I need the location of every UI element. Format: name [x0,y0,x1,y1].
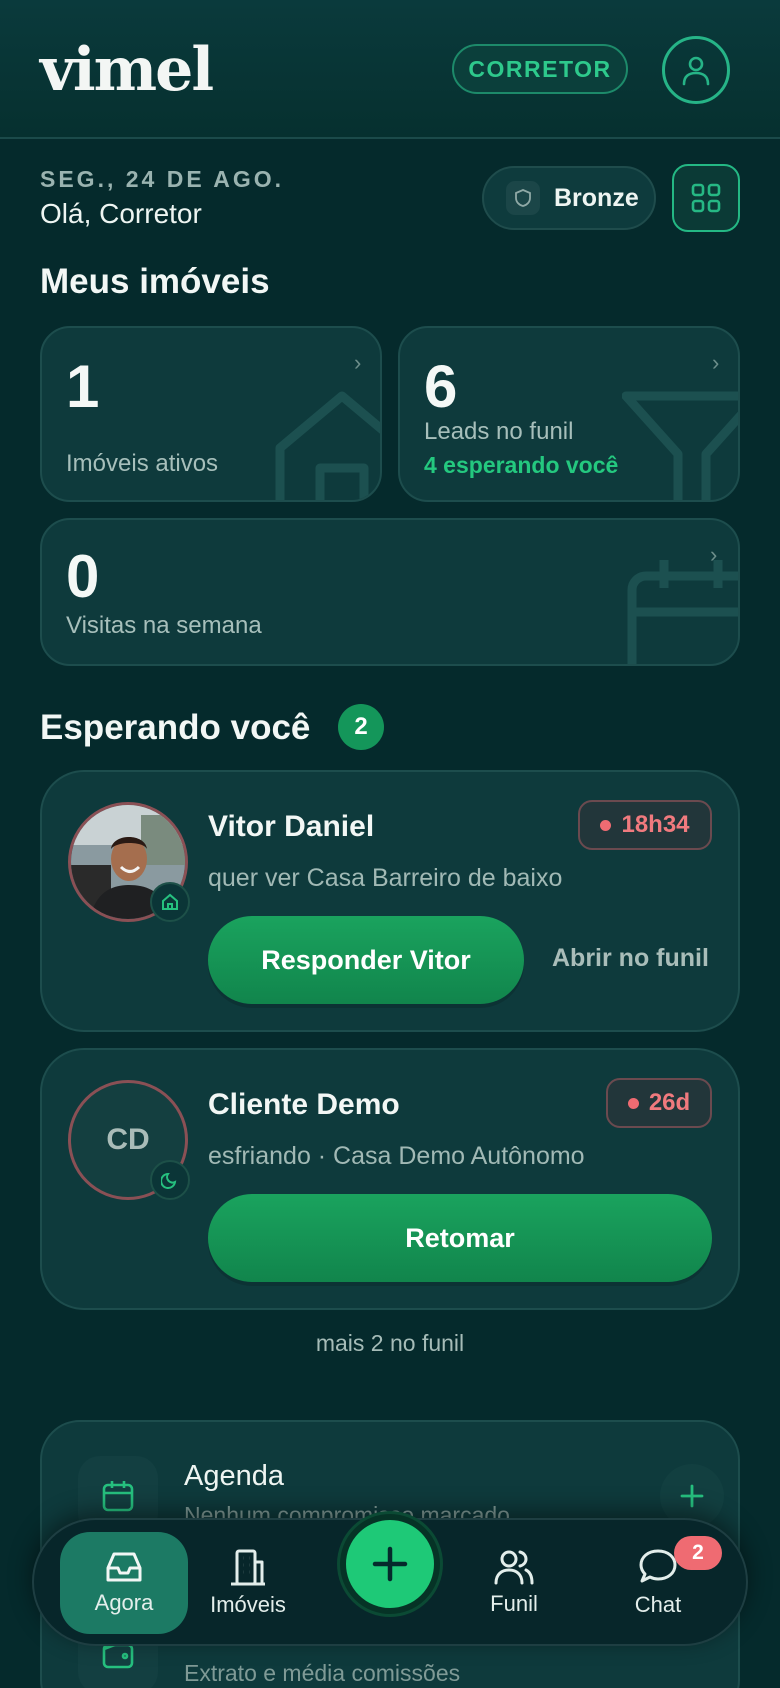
stat-label: Leads no funil [424,418,574,445]
users-icon [494,1550,534,1585]
stat-label: Imóveis ativos [66,450,219,477]
financeiro-subtitle: Extrato e média comissões [184,1660,461,1686]
chevron-right-icon: › [712,350,720,375]
moon-icon [150,1160,190,1200]
app-logo: vimel [40,35,214,105]
stat-card-active-properties[interactable]: › 1 Imóveis ativos [40,326,382,502]
stat-value: 6 [424,353,458,420]
timer-value: 18h34 [621,811,690,838]
stat-card-leads[interactable]: › 6 Leads no funil 4 esperando você [398,326,740,502]
nav-tab-chat[interactable]: Chat 2 [594,1532,722,1634]
nav-label: Funil [490,1591,538,1616]
nav-tab-agora[interactable]: Agora [60,1532,188,1634]
house-icon [150,882,190,922]
nav-tab-funil[interactable]: Funil [450,1532,578,1634]
status-dot [600,819,612,831]
waiting-count-badge: 2 [338,704,384,750]
level-badge[interactable]: Bronze [482,166,656,230]
shield-icon [506,181,540,215]
lead-card-cliente-demo[interactable]: CD Cliente Demo esfriando · Casa Demo Au… [40,1048,740,1310]
grid-icon [691,183,721,213]
building-icon [231,1549,265,1586]
calendar-icon [627,560,738,664]
respond-lead-button[interactable]: Responder Vitor [208,916,524,1004]
nav-tab-imoveis[interactable]: Imóveis [184,1532,312,1634]
inbox-icon [106,1552,142,1582]
stat-value: 0 [66,543,100,610]
chat-icon [639,1549,677,1583]
user-icon [682,56,710,86]
funnel-icon [622,391,738,500]
section-title-properties: Meus imóveis [40,262,270,301]
lead-card-vitor[interactable]: Vitor Daniel quer ver Casa Barreiro de b… [40,770,740,1032]
plus-icon [680,1484,704,1508]
timer-value: 26d [648,1089,691,1116]
chevron-right-icon: › [710,542,718,567]
stat-label: Visitas na semana [66,612,262,639]
current-date: SEG., 24 DE AGO. [40,166,284,192]
nav-label: Chat [634,1592,682,1617]
agenda-title: Agenda [184,1460,284,1492]
chat-unread-badge: 2 [674,1536,722,1570]
level-label: Bronze [554,183,639,212]
lead-name: Cliente Demo [208,1088,400,1121]
plus-icon [372,1546,408,1582]
section-title-waiting: Esperando você [40,708,311,747]
apps-grid-button[interactable] [672,164,740,232]
lead-subtitle: quer ver Casa Barreiro de baixo [208,864,563,892]
lead-timer-badge: 18h34 [578,800,712,850]
status-dot [627,1097,639,1109]
stat-value: 1 [66,353,100,420]
more-in-funnel-link[interactable]: mais 2 no funil [0,1330,780,1357]
nav-label: Agora [94,1590,154,1615]
chevron-right-icon: › [354,350,362,375]
greeting-text: Olá, Corretor [40,198,202,229]
role-badge[interactable]: CORRETOR [452,44,628,94]
resume-lead-button[interactable]: Retomar [208,1194,712,1282]
lead-subtitle: esfriando · Casa Demo Autônomo [208,1142,585,1170]
open-in-funnel-link[interactable]: Abrir no funil [552,944,709,973]
nav-label: Imóveis [210,1592,286,1617]
create-new-button[interactable] [340,1514,440,1614]
leads-waiting-highlight: 4 esperando você [424,452,619,478]
stat-card-visits[interactable]: › 0 Visitas na semana [40,518,740,666]
profile-button[interactable] [662,36,730,104]
lead-name: Vitor Daniel [208,810,375,843]
house-icon [275,391,380,500]
lead-timer-badge: 26d [606,1078,712,1128]
